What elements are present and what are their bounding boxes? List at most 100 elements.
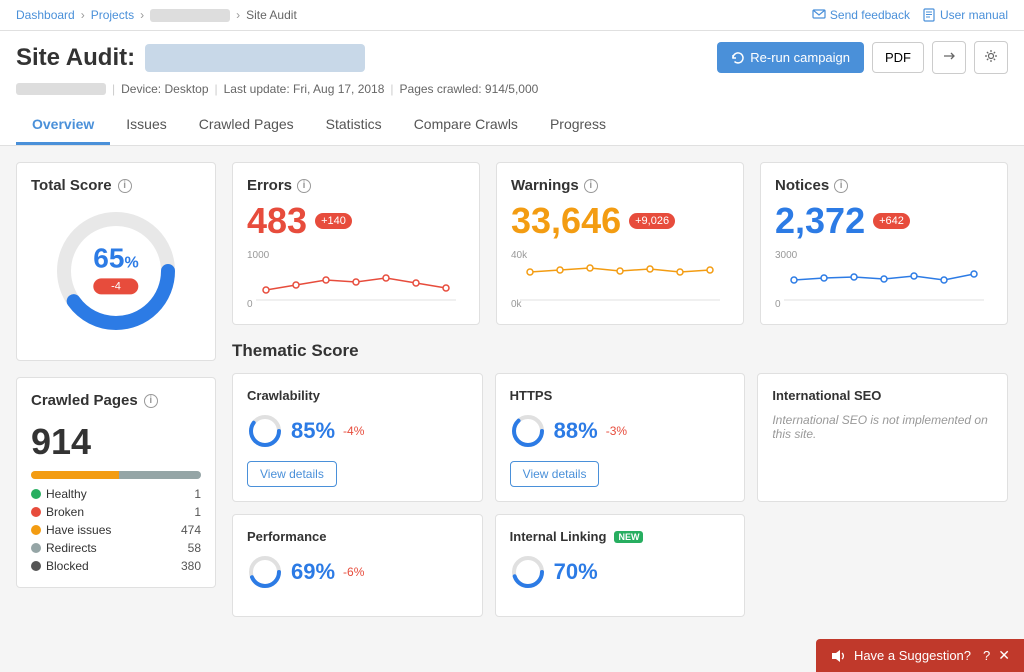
notices-chart-top: 3000 [775, 250, 797, 261]
warnings-chart-top: 40k [511, 250, 527, 261]
errors-value-row: 483 +140 [247, 200, 465, 242]
pages-crawled-label: Pages crawled: 914/5,000 [400, 82, 539, 96]
legend-issues: Have issues 474 [31, 523, 201, 537]
score-delta: -4 [93, 278, 138, 294]
total-score-title: Total Score i [31, 177, 201, 194]
domain-blur [16, 83, 106, 95]
tab-overview[interactable]: Overview [16, 106, 110, 145]
legend-broken: Broken 1 [31, 505, 201, 519]
dot-blocked [31, 561, 41, 571]
warnings-title: Warnings i [511, 177, 729, 194]
breadcrumb-sep3: › [236, 8, 240, 22]
dot-redirects [31, 543, 41, 553]
tab-compare-crawls[interactable]: Compare Crawls [398, 106, 534, 145]
errors-chart: 1000 0 [247, 250, 465, 310]
notices-title: Notices i [775, 177, 993, 194]
rerun-campaign-button[interactable]: Re-run campaign [717, 42, 864, 73]
crawlability-delta: -4% [343, 424, 364, 438]
send-feedback-link[interactable]: Send feedback [812, 8, 910, 22]
site-name-blur [145, 44, 365, 72]
manual-icon [922, 8, 936, 22]
crawlability-score-row: 85% -4% [247, 413, 468, 449]
international-seo-title: International SEO [772, 388, 993, 403]
crawlability-view-details[interactable]: View details [247, 461, 337, 487]
warnings-chart-svg [511, 250, 729, 305]
internal-linking-donut [510, 554, 546, 590]
dot-healthy [31, 489, 41, 499]
performance-delta: -6% [343, 565, 364, 579]
errors-chart-bottom: 0 [247, 299, 253, 310]
https-donut [510, 413, 546, 449]
crawled-pages-info-icon[interactable]: i [144, 394, 158, 408]
thematic-international-seo: International SEO International SEO is n… [757, 373, 1008, 502]
thematic-internal-linking: Internal Linking NEW 70% [495, 514, 746, 617]
right-panel: Errors i 483 +140 1000 [232, 162, 1008, 617]
tab-statistics[interactable]: Statistics [310, 106, 398, 145]
errors-value: 483 [247, 200, 307, 242]
top-bar: Dashboard › Projects › › Site Audit Send… [0, 0, 1024, 31]
errors-chart-svg [247, 250, 465, 305]
total-score-info-icon[interactable]: i [118, 179, 132, 193]
notices-chart-bottom: 0 [775, 299, 781, 310]
warnings-badge: +9,026 [629, 213, 675, 229]
legend-redirects: Redirects 58 [31, 541, 201, 555]
suggestion-text: Have a Suggestion? [854, 648, 971, 663]
notices-value: 2,372 [775, 200, 865, 242]
device-label: Device: Desktop [121, 82, 208, 96]
last-update-label: Last update: Fri, Aug 17, 2018 [224, 82, 385, 96]
breadcrumb-sep1: › [81, 8, 85, 22]
user-manual-link[interactable]: User manual [922, 8, 1008, 22]
share-button[interactable] [932, 41, 966, 74]
tab-crawled-pages[interactable]: Crawled Pages [183, 106, 310, 145]
warnings-value-row: 33,646 +9,026 [511, 200, 729, 242]
donut-chart: 65% -4 [51, 206, 181, 336]
crawlability-score: 85% [291, 418, 335, 444]
header-meta: | Device: Desktop | Last update: Fri, Au… [16, 82, 1008, 96]
crawled-count: 914 [31, 421, 201, 463]
tab-issues[interactable]: Issues [110, 106, 182, 145]
https-view-details[interactable]: View details [510, 461, 600, 487]
gear-icon [984, 49, 998, 63]
header-row1: Site Audit: Re-run campaign PDF [16, 41, 1008, 74]
internal-linking-score: 70% [554, 559, 598, 585]
suggestion-bar: Have a Suggestion? ? ✕ [816, 639, 1024, 672]
internal-linking-score-row: 70% [510, 554, 731, 590]
tab-progress[interactable]: Progress [534, 106, 622, 145]
progress-bar-issues [31, 471, 119, 479]
breadcrumb-dashboard[interactable]: Dashboard [16, 8, 75, 22]
crawled-pages-title: Crawled Pages i [31, 392, 201, 409]
errors-chart-top: 1000 [247, 250, 269, 261]
warnings-info-icon[interactable]: i [584, 179, 598, 193]
notices-badge: +642 [873, 213, 910, 229]
thematic-performance: Performance 69% -6% [232, 514, 483, 617]
notices-card: Notices i 2,372 +642 3000 [760, 162, 1008, 325]
breadcrumb-project-name [150, 9, 230, 22]
pdf-button[interactable]: PDF [872, 42, 924, 73]
warnings-chart-bottom: 0k [511, 299, 522, 310]
top-actions: Send feedback User manual [812, 8, 1008, 22]
internal-linking-title: Internal Linking NEW [510, 529, 731, 544]
crawlability-title: Crawlability [247, 388, 468, 403]
metrics-row: Errors i 483 +140 1000 [232, 162, 1008, 325]
progress-bar [31, 471, 201, 479]
settings-button[interactable] [974, 41, 1008, 74]
suggestion-close-button[interactable]: ✕ [998, 647, 1010, 664]
total-score-card: Total Score i 65% -4 [16, 162, 216, 361]
legend: Healthy 1 Broken 1 Have issues 474 Redir… [31, 487, 201, 573]
tabs: Overview Issues Crawled Pages Statistics… [16, 106, 1008, 145]
errors-info-icon[interactable]: i [297, 179, 311, 193]
international-seo-note: International SEO is not implemented on … [772, 413, 993, 441]
https-score-row: 88% -3% [510, 413, 731, 449]
https-title: HTTPS [510, 388, 731, 403]
speaker-icon [830, 648, 846, 664]
errors-card: Errors i 483 +140 1000 [232, 162, 480, 325]
breadcrumb-projects[interactable]: Projects [91, 8, 134, 22]
feedback-icon [812, 8, 826, 22]
page-title: Site Audit: [16, 44, 365, 72]
errors-title: Errors i [247, 177, 465, 194]
main-content: Total Score i 65% -4 [0, 146, 1024, 633]
notices-info-icon[interactable]: i [834, 179, 848, 193]
performance-score: 69% [291, 559, 335, 585]
https-delta: -3% [606, 424, 627, 438]
breadcrumb-site-audit: Site Audit [246, 8, 297, 22]
